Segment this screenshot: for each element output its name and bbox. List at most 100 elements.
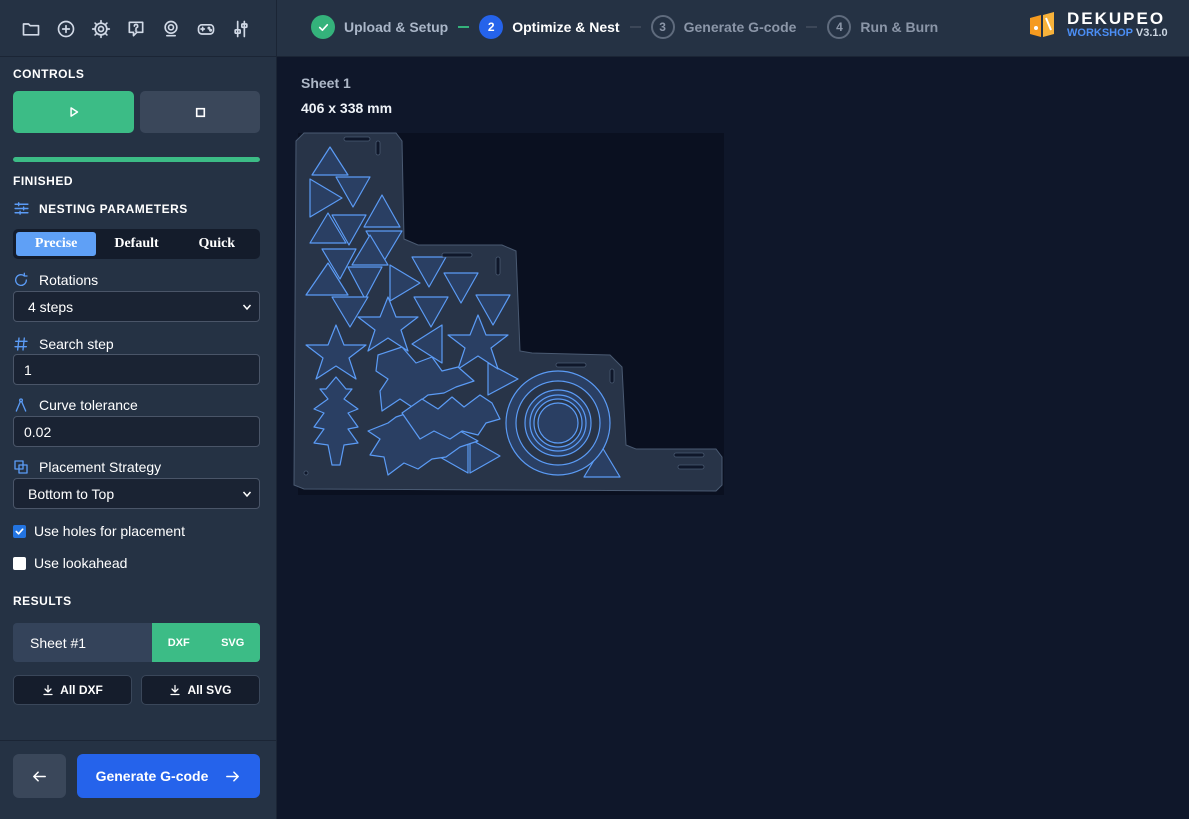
- brand: DEKUPEO WORKSHOP V3.1.0: [1027, 10, 1168, 40]
- result-row: Sheet #1 DXF SVG: [13, 623, 260, 662]
- step-label: Run & Burn: [860, 19, 939, 35]
- layers-icon: [14, 460, 28, 474]
- slot-cutout: [495, 256, 501, 276]
- sheet-dimensions: 406 x 338 mm: [301, 100, 393, 116]
- download-icon: [170, 684, 181, 696]
- top-bar: Upload & Setup 2 Optimize & Nest 3 Gener…: [0, 0, 1189, 57]
- placement-label-row: Placement Strategy: [13, 459, 161, 475]
- placement-strategy-select[interactable]: Bottom to Top: [13, 478, 260, 509]
- all-svg-button[interactable]: All SVG: [141, 675, 260, 705]
- progress-fill: [13, 157, 260, 162]
- placement-label: Placement Strategy: [39, 459, 162, 475]
- checkbox-unchecked[interactable]: [13, 556, 26, 570]
- rotations-value: 4 steps: [28, 298, 74, 315]
- all-svg-label: All SVG: [187, 683, 232, 697]
- slot-cutout: [441, 252, 473, 258]
- play-icon: [69, 107, 78, 117]
- rotations-select[interactable]: 4 steps: [13, 291, 260, 322]
- search-step-input[interactable]: 1: [13, 354, 260, 385]
- slot-cutout: [677, 464, 705, 470]
- tune-icon: [14, 202, 29, 215]
- brand-logo-icon: [1030, 12, 1054, 37]
- help-icon[interactable]: [125, 18, 147, 40]
- chevron-down-icon: [242, 304, 252, 311]
- checkbox-checked[interactable]: [13, 524, 26, 538]
- rotate-icon: [15, 272, 28, 286]
- check-icon: [15, 527, 24, 535]
- stop-icon: [195, 107, 205, 117]
- sliders-icon[interactable]: [230, 18, 252, 40]
- use-holes-label: Use holes for placement: [34, 523, 185, 539]
- chevron-down-icon: [242, 491, 252, 498]
- slot-cutout: [375, 140, 381, 156]
- slot-cutout: [555, 362, 587, 368]
- stop-button[interactable]: [140, 91, 260, 133]
- all-dxf-button[interactable]: All DXF: [13, 675, 132, 705]
- step-number: 3: [650, 15, 675, 39]
- nesting-parameters-title: NESTING PARAMETERS: [39, 201, 188, 216]
- rotations-label-row: Rotations: [13, 272, 98, 288]
- status-label: FINISHED: [13, 174, 74, 188]
- controls-title: CONTROLS: [13, 67, 85, 81]
- start-button[interactable]: [13, 91, 134, 133]
- use-lookahead-label: Use lookahead: [34, 555, 128, 571]
- gamepad-icon[interactable]: [195, 18, 217, 40]
- step-number: 4: [827, 15, 852, 39]
- step-label: Optimize & Nest: [512, 19, 620, 35]
- curve-tolerance-value: 0.02: [24, 423, 52, 440]
- slot-cutout: [673, 452, 705, 458]
- use-lookahead-checkbox[interactable]: Use lookahead: [13, 555, 127, 571]
- footer-divider: [0, 740, 277, 741]
- nesting-parameters-header: NESTING PARAMETERS: [13, 200, 188, 217]
- compass-icon: [15, 398, 27, 412]
- slot-cutout: [343, 136, 371, 142]
- use-holes-checkbox[interactable]: Use holes for placement: [13, 523, 185, 539]
- step-upload-setup[interactable]: Upload & Setup: [311, 15, 448, 39]
- result-sheet-name[interactable]: Sheet #1: [13, 623, 152, 662]
- search-step-value: 1: [24, 361, 32, 378]
- folder-icon[interactable]: [20, 18, 42, 40]
- all-dxf-label: All DXF: [60, 683, 103, 697]
- arrow-left-icon: [33, 770, 46, 782]
- step-run-burn[interactable]: 4 Run & Burn: [827, 15, 938, 39]
- results-title: RESULTS: [13, 594, 72, 608]
- step-connector: [806, 26, 818, 28]
- nesting-preview[interactable]: [292, 127, 724, 497]
- main-workspace: Sheet 1 406 x 338 mm: [278, 57, 1189, 819]
- generate-gcode-label: Generate G-code: [95, 768, 209, 784]
- preset-precise[interactable]: Precise: [16, 232, 97, 256]
- preset-default[interactable]: Default: [96, 232, 176, 256]
- step-optimize-nest[interactable]: 2 Optimize & Nest: [479, 15, 620, 39]
- step-generate-gcode[interactable]: 3 Generate G-code: [650, 15, 797, 39]
- sidebar: CONTROLS FINISHED NESTING PARAMETERS Pre…: [0, 57, 277, 819]
- brand-name: DEKUPEO: [1067, 9, 1166, 28]
- step-label: Upload & Setup: [344, 19, 449, 35]
- download-icon: [43, 684, 53, 696]
- search-step-label: Search step: [39, 336, 114, 352]
- hash-icon: [14, 337, 28, 351]
- webcam-icon[interactable]: [160, 18, 182, 40]
- search-step-label-row: Search step: [13, 336, 114, 352]
- generate-gcode-button[interactable]: Generate G-code: [77, 754, 260, 798]
- plus-circle-icon[interactable]: [55, 18, 77, 40]
- result-downloads: DXF SVG: [152, 623, 260, 662]
- step-connector: [629, 26, 641, 28]
- curve-tolerance-input[interactable]: 0.02: [13, 416, 260, 447]
- sheet-title: Sheet 1: [301, 75, 351, 91]
- part-ring: [537, 402, 579, 444]
- slot-cutout: [609, 368, 615, 384]
- arrow-right-icon: [226, 770, 240, 782]
- placement-value: Bottom to Top: [28, 485, 115, 502]
- curve-tolerance-label: Curve tolerance: [39, 397, 138, 413]
- rotations-label: Rotations: [39, 272, 99, 288]
- back-button[interactable]: [13, 754, 66, 798]
- hole-cutout: [303, 470, 309, 476]
- brand-sub: WORKSHOP: [1067, 27, 1133, 39]
- stepper: Upload & Setup 2 Optimize & Nest 3 Gener…: [311, 14, 938, 40]
- step-label: Generate G-code: [683, 19, 797, 35]
- download-dxf-button[interactable]: DXF: [168, 637, 190, 649]
- preset-selector: Precise Default Quick: [13, 229, 260, 259]
- gear-icon[interactable]: [90, 18, 112, 40]
- preset-quick[interactable]: Quick: [177, 232, 257, 256]
- download-svg-button[interactable]: SVG: [221, 637, 244, 649]
